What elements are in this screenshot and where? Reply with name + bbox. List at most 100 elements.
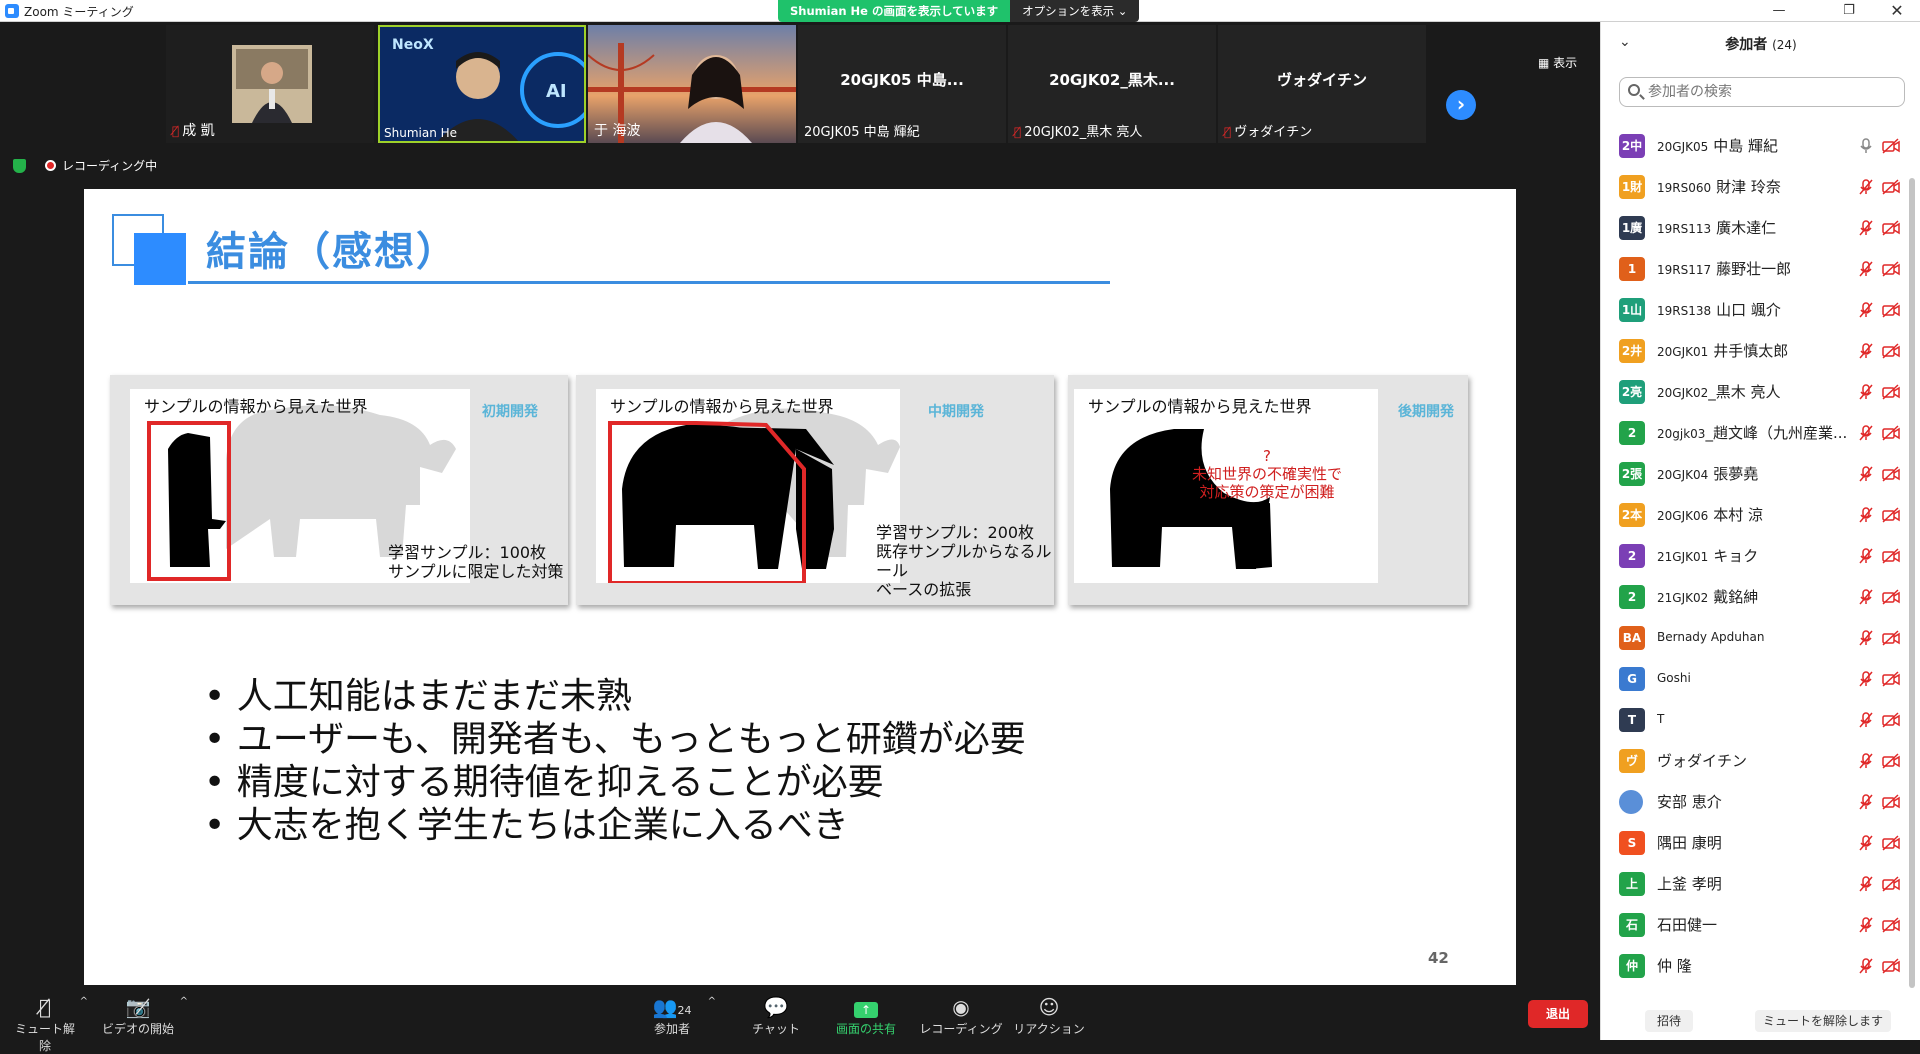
participant-row[interactable]: 2井 20GJK01 井手慎太郎 [1601,330,1907,371]
muted-mic-icon[interactable] [1857,916,1875,934]
participant-row[interactable]: 1山 19RS138 山口 颯介 [1601,289,1907,330]
participant-row[interactable]: 石石田健一 [1601,904,1907,945]
participant-name: 19RS060 財津 玲奈 [1657,178,1781,196]
video-tile-2[interactable]: AI NeoX Shumian He [378,25,586,143]
muted-mic-icon[interactable] [1857,219,1875,237]
video-off-icon[interactable] [1881,547,1901,565]
video-off-icon[interactable] [1881,793,1901,811]
muted-mic-icon[interactable] [1857,178,1875,196]
view-toggle-button[interactable]: ▦ 表示 [1538,54,1577,71]
invite-button[interactable]: 招待 [1645,1010,1693,1032]
chat-button[interactable]: 💬 チャット [744,990,808,1040]
participant-row[interactable]: G Goshi [1601,658,1907,699]
muted-mic-icon[interactable] [1857,629,1875,647]
video-off-icon[interactable] [1881,137,1901,155]
participant-list-scrollbar[interactable] [1907,126,1917,994]
participant-row[interactable]: 2中 20GJK05 中島 輝紀 [1601,126,1907,166]
muted-mic-icon[interactable] [1857,711,1875,729]
video-off-icon[interactable] [1881,670,1901,688]
video-off-icon[interactable] [1881,260,1901,278]
mic-icon[interactable] [1857,137,1875,155]
participant-row[interactable]: 1財 19RS060 財津 玲奈 [1601,166,1907,207]
reactions-button[interactable]: ☺ リアクション [1004,990,1094,1040]
caret-up-icon[interactable]: ^ [708,996,716,1007]
tile-name-5: 🎙̸ 20GJK02_黒木 亮人 [1014,125,1143,140]
muted-mic-icon[interactable] [1857,834,1875,852]
caret-up-icon[interactable]: ^ [80,996,88,1007]
participant-row[interactable]: 2亮 20GJK02_黒木 亮人 [1601,371,1907,412]
muted-mic-icon[interactable] [1857,588,1875,606]
participant-row[interactable]: 安部 恵介 [1601,781,1907,822]
video-off-icon[interactable] [1881,875,1901,893]
leave-meeting-button[interactable]: 退出 [1528,1000,1588,1028]
caret-up-icon[interactable]: ^ [180,996,188,1007]
muted-mic-icon[interactable] [1857,670,1875,688]
participant-search-input[interactable] [1648,82,1898,102]
muted-mic-icon[interactable] [1857,424,1875,442]
security-shield-icon[interactable] [13,159,26,173]
participants-button[interactable]: 👥24 参加者 ^ [640,990,716,1040]
video-off-icon[interactable] [1881,301,1901,319]
participant-row[interactable]: 1 19RS117 藤野壮一郎 [1601,248,1907,289]
video-off-icon[interactable] [1881,178,1901,196]
next-page-button[interactable]: › [1446,90,1476,120]
video-off-icon[interactable] [1881,916,1901,934]
record-button[interactable]: ◉ レコーディング [916,990,1006,1040]
muted-mic-icon[interactable] [1857,957,1875,975]
video-off-icon[interactable] [1881,834,1901,852]
muted-mic-icon[interactable] [1857,875,1875,893]
muted-mic-icon[interactable] [1857,342,1875,360]
video-tile-1[interactable]: 🎙̸ 成 凱 [166,25,374,143]
slide-page-number: 42 [1428,949,1449,967]
video-off-icon[interactable] [1881,219,1901,237]
video-tile-3[interactable]: 于 海波 [588,25,796,143]
participant-name: 20GJK01 井手慎太郎 [1657,342,1789,360]
participant-row[interactable]: 2 21GJK01 キョク [1601,535,1907,576]
participant-row[interactable]: S 隅田 康明 [1601,822,1907,863]
start-video-button[interactable]: 📷̸ ビデオの開始 ^ [98,990,188,1040]
participant-row[interactable]: 1廣 19RS113 廣木達仁 [1601,207,1907,248]
participant-row[interactable]: 2張 20GJK04 張夢堯 [1601,453,1907,494]
muted-mic-icon[interactable] [1857,547,1875,565]
participant-row[interactable]: 仲仲 隆 [1601,945,1907,986]
video-off-icon[interactable] [1881,629,1901,647]
video-off-icon[interactable] [1881,588,1901,606]
participant-row[interactable]: 2 20gjk03_趙文峰（九州産業... [1601,412,1907,453]
muted-mic-icon[interactable] [1857,506,1875,524]
close-icon[interactable]: ✕ [1874,0,1920,22]
participant-row[interactable]: 上上釜 孝明 [1601,863,1907,904]
participant-row[interactable]: TT [1601,699,1907,740]
restore-icon[interactable]: ❐ [1826,0,1872,22]
minimize-icon[interactable]: — [1756,0,1802,22]
video-tile-5[interactable]: 20GJK02_黒木... 🎙̸ 20GJK02_黒木 亮人 [1008,25,1216,143]
muted-mic-icon[interactable] [1857,383,1875,401]
unmute-button[interactable]: 🎙̸ ミュート解除 ^ [10,990,88,1053]
video-off-icon[interactable] [1881,506,1901,524]
video-tile-4[interactable]: 20GJK05 中島... 20GJK05 中島 輝紀 [798,25,1006,143]
share-screen-button[interactable]: ↑ 画面の共有 [826,990,906,1040]
video-off-icon[interactable] [1881,752,1901,770]
video-off-icon[interactable] [1881,383,1901,401]
video-off-icon[interactable] [1881,342,1901,360]
participant-row[interactable]: BA Bernady Apduhan [1601,617,1907,658]
participant-row[interactable]: 2 21GJK02 戴銘紳 [1601,576,1907,617]
participant-name: 19RS117 藤野壮一郎 [1657,260,1792,278]
muted-mic-icon[interactable] [1857,752,1875,770]
title-underline [188,281,1110,284]
participant-row[interactable]: ヴヴォダイチン [1601,740,1907,781]
unmute-all-button[interactable]: ミュートを解除します [1755,1010,1891,1032]
video-tile-6[interactable]: ヴォダイチン 🎙̸ ヴォダイチン [1218,25,1426,143]
participant-search[interactable] [1619,77,1905,107]
muted-mic-icon[interactable] [1857,260,1875,278]
muted-mic-icon[interactable] [1857,301,1875,319]
participant-name: 石田健一 [1657,916,1718,934]
muted-mic-icon[interactable] [1857,793,1875,811]
view-options-button[interactable]: オプションを表示 ⌄ [1010,0,1140,22]
participant-row[interactable]: 2本 20GJK06 本村 涼 [1601,494,1907,535]
video-off-icon[interactable] [1881,711,1901,729]
video-off-icon[interactable] [1881,957,1901,975]
video-off-icon[interactable] [1881,465,1901,483]
muted-mic-icon[interactable] [1857,465,1875,483]
scrollbar-thumb[interactable] [1909,178,1915,988]
video-off-icon[interactable] [1881,424,1901,442]
